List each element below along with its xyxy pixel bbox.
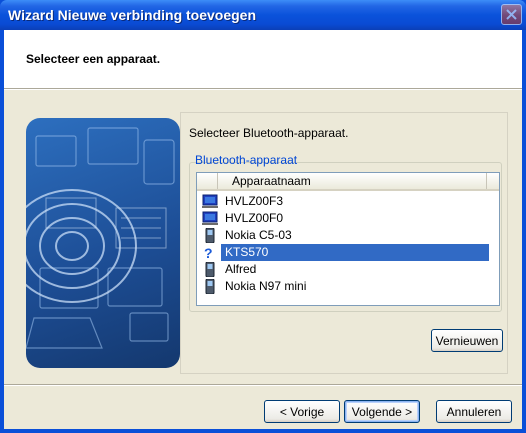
header-divider [4,88,522,90]
wizard-header: Selecteer een apparaat. [4,30,522,88]
cancel-button[interactable]: Annuleren [436,400,512,423]
device-name: Nokia N97 mini [225,279,307,293]
device-name: Nokia C5-03 [225,228,292,242]
unknown-device-icon: ? [204,245,213,260]
computer-icon [202,194,218,208]
window-title: Wizard Nieuwe verbinding toevoegen [8,7,257,23]
refresh-button[interactable]: Vernieuwen [431,329,503,352]
computer-icon [202,211,218,225]
back-button[interactable]: < Vorige [264,400,340,423]
device-row-kts570[interactable]: ? KTS570 [197,244,499,261]
device-selection-panel: Selecteer Bluetooth-apparaat. Bluetooth-… [180,112,508,374]
wizard-illustration [26,118,180,368]
column-header-device-name[interactable]: Apparaatnaam [217,173,487,189]
wizard-window: Wizard Nieuwe verbinding toevoegen Selec… [0,0,526,433]
list-header: Apparaatnaam [197,173,499,191]
phone-icon [205,262,215,277]
device-name: HVLZ00F0 [225,211,284,225]
close-icon [506,9,517,20]
device-name: Alfred [225,262,257,276]
device-row-nokia-c5-03[interactable]: Nokia C5-03 [197,227,499,244]
close-button[interactable] [501,4,522,25]
page-title: Selecteer een apparaat. [26,52,161,66]
device-row-alfred[interactable]: Alfred [197,261,499,278]
device-row-hvlz00f3[interactable]: HVLZ00F3 [197,193,499,210]
phone-icon [205,279,215,294]
footer-divider [4,384,522,386]
device-name: HVLZ00F3 [225,194,284,208]
groupbox-title: Bluetooth-apparaat [195,153,298,167]
wizard-client-area: Selecteer een apparaat. Selecteer Blueto… [4,30,522,429]
svg-text:?: ? [204,245,213,260]
device-list[interactable]: Apparaatnaam HVLZ00F3 HVLZ00F0 Nokia C5-… [196,172,500,306]
title-bar[interactable]: Wizard Nieuwe verbinding toevoegen [0,0,526,30]
device-row-hvlz00f0[interactable]: HVLZ00F0 [197,210,499,227]
device-name: KTS570 [221,244,489,261]
device-row-nokia-n97-mini[interactable]: Nokia N97 mini [197,278,499,295]
bluetooth-devices-illustration-icon [26,127,175,349]
phone-icon [205,228,215,243]
next-button[interactable]: Volgende > [344,400,420,423]
window-border-right [522,30,526,433]
instruction-text: Selecteer Bluetooth-apparaat. [189,126,349,140]
